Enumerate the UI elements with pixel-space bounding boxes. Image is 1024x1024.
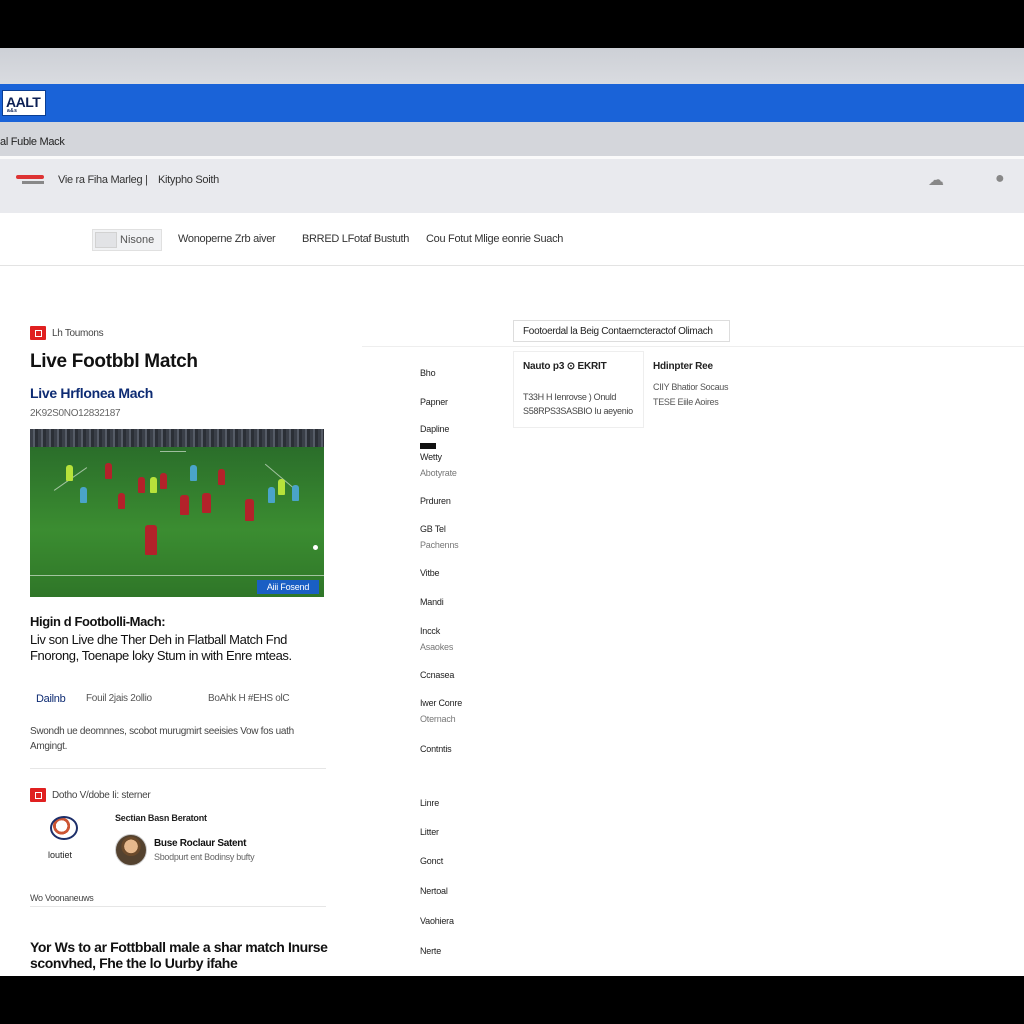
meta-info: BoAhk H #EHS olC bbox=[208, 693, 290, 704]
pitch-line bbox=[30, 575, 324, 576]
section-tag-icon bbox=[30, 326, 46, 340]
side-menu-item[interactable]: Bho bbox=[420, 368, 436, 378]
story-title[interactable]: Higin d Footbolli-Mach: bbox=[30, 614, 166, 629]
nav-link-2[interactable]: Kitypho Soith bbox=[158, 174, 219, 186]
side-menu-item[interactable]: Wetty bbox=[420, 452, 442, 462]
subnav-link-1[interactable]: Wonoperne Zrb aiver bbox=[178, 233, 276, 245]
section-label[interactable]: Lh Toumons bbox=[52, 328, 104, 339]
author-name[interactable]: Buse Roclaur Satent bbox=[154, 838, 246, 849]
more-label[interactable]: Wo Voonaneuws bbox=[30, 893, 94, 903]
page-title: al Fuble Mack bbox=[0, 136, 65, 148]
site-logo-sub: a & s bbox=[7, 108, 17, 114]
browser-window: AALT a & s al Fuble Mack Vie ra Fiha Mar… bbox=[0, 48, 1024, 976]
article-subhead[interactable]: Live Hrflonea Mach bbox=[30, 385, 153, 401]
meta-date: Fouil 2jais 2ollio bbox=[86, 693, 152, 704]
player-red bbox=[138, 477, 145, 493]
nav-link-1[interactable]: Vie ra Fiha Marleg | bbox=[58, 174, 148, 186]
side-info-line: CIIY Bhatior Socaus bbox=[653, 382, 729, 392]
player-blue bbox=[190, 465, 197, 481]
side-info-heading: Hdinpter Ree bbox=[653, 361, 713, 372]
side-menu-subitem[interactable]: Oternach bbox=[420, 714, 456, 724]
player-red bbox=[118, 493, 125, 509]
divider bbox=[30, 768, 326, 769]
nav-logo-icon[interactable] bbox=[16, 172, 46, 188]
side-menu-item[interactable]: Litter bbox=[420, 827, 439, 837]
author-section-label[interactable]: Dotho V/dobe Ii: sterner bbox=[52, 790, 151, 801]
player-blue bbox=[292, 485, 299, 501]
author-link[interactable]: Dailnb bbox=[36, 693, 66, 705]
side-menu-item[interactable]: Incck bbox=[420, 626, 440, 636]
side-menu-item[interactable]: Prduren bbox=[420, 496, 451, 506]
subnav-link-3[interactable]: Cou Fotut Mlige eonrie Suach bbox=[426, 233, 563, 245]
divider bbox=[30, 906, 326, 907]
stadium-stands bbox=[30, 429, 324, 447]
author-section-title: Sectian Basn Beratont bbox=[115, 813, 207, 823]
player-blue bbox=[80, 487, 87, 503]
score-card-heading: Nauto p3 ⊙ EKRIT bbox=[523, 361, 607, 372]
player-lime bbox=[150, 477, 157, 493]
scoreboard-title[interactable]: Footoerdal la Beig Contaerncteractof Oli… bbox=[513, 320, 730, 342]
side-menu-subitem[interactable]: Abotyrate bbox=[420, 468, 457, 478]
side-menu-subitem[interactable]: Asaokes bbox=[420, 642, 453, 652]
pitch-line bbox=[160, 451, 186, 452]
side-menu-item[interactable]: Gonct bbox=[420, 856, 443, 866]
bottom-article-title[interactable]: Yor Ws to ar Fottbball male a shar match… bbox=[30, 939, 330, 971]
player-red bbox=[145, 525, 157, 555]
side-menu-item[interactable]: GB Tel bbox=[420, 524, 446, 534]
page-title-strip: al Fuble Mack bbox=[0, 122, 1024, 158]
side-menu-item[interactable]: Dapline bbox=[420, 424, 449, 434]
side-menu-item[interactable]: Vitbe bbox=[420, 568, 440, 578]
site-logo[interactable]: AALT a & s bbox=[2, 90, 46, 116]
club-label: loutiet bbox=[48, 850, 73, 860]
score-line: T33H H Ienrovse ) Onuld bbox=[523, 392, 617, 402]
score-line: S58RPS3SASBIO Iu aeyenio bbox=[523, 406, 633, 416]
nav-bar bbox=[0, 159, 1024, 213]
player-lime bbox=[66, 465, 73, 481]
story-body: Liv son Live dhe Ther Deh in Flatball Ma… bbox=[30, 632, 292, 663]
menu-marker-icon bbox=[420, 443, 436, 449]
player-red bbox=[180, 495, 189, 515]
player-blue bbox=[268, 487, 275, 503]
player-red bbox=[245, 499, 254, 521]
author-description: Sbodpurt ent Bodinsy bufty bbox=[154, 852, 255, 862]
image-icon bbox=[95, 232, 117, 248]
side-menu-item[interactable]: Iwer Conre bbox=[420, 698, 462, 708]
section-tag-icon bbox=[30, 788, 46, 802]
side-menu-item[interactable]: Vaohiera bbox=[420, 916, 454, 926]
divider bbox=[362, 346, 1024, 347]
article-dateline: 2K92S0NO12832187 bbox=[30, 408, 121, 419]
player-red bbox=[202, 493, 211, 513]
side-menu-subitem[interactable]: Pachenns bbox=[420, 540, 459, 550]
photo-badge[interactable]: Aiii Fosend bbox=[257, 580, 319, 594]
subnav-link-2[interactable]: BRRED LFotaf Bustuth bbox=[302, 233, 409, 245]
cloud-icon[interactable]: ☁ bbox=[928, 170, 944, 190]
side-info-line: TESE Eiile Aoires bbox=[653, 397, 719, 407]
football bbox=[313, 545, 318, 550]
side-menu-item[interactable]: Contntis bbox=[420, 744, 452, 754]
subnav-chip[interactable]: Nisone bbox=[92, 229, 162, 251]
browser-chrome bbox=[0, 48, 1024, 84]
player-red bbox=[105, 463, 112, 479]
side-menu-item[interactable]: Ccnasea bbox=[420, 670, 454, 680]
player-red bbox=[218, 469, 225, 485]
site-header-bar bbox=[0, 84, 1024, 122]
user-icon[interactable]: ● bbox=[995, 170, 1005, 188]
side-menu-item[interactable]: Nertoal bbox=[420, 886, 448, 896]
player-lime bbox=[278, 479, 285, 495]
article-headline[interactable]: Live Footbbl Match bbox=[30, 351, 198, 373]
article-excerpt: Swondh ue deomnnes, scobot murugmirt see… bbox=[30, 726, 294, 752]
side-menu-item[interactable]: Papner bbox=[420, 397, 448, 407]
club-crest-icon bbox=[50, 816, 78, 840]
avatar[interactable] bbox=[115, 834, 147, 866]
match-photo[interactable] bbox=[30, 429, 324, 597]
side-menu-item[interactable]: Mandi bbox=[420, 597, 444, 607]
side-menu-item[interactable]: Linre bbox=[420, 798, 439, 808]
subnav-chip-label: Nisone bbox=[120, 234, 155, 246]
side-menu-item[interactable]: Nerte bbox=[420, 946, 441, 956]
player-red bbox=[160, 473, 167, 489]
